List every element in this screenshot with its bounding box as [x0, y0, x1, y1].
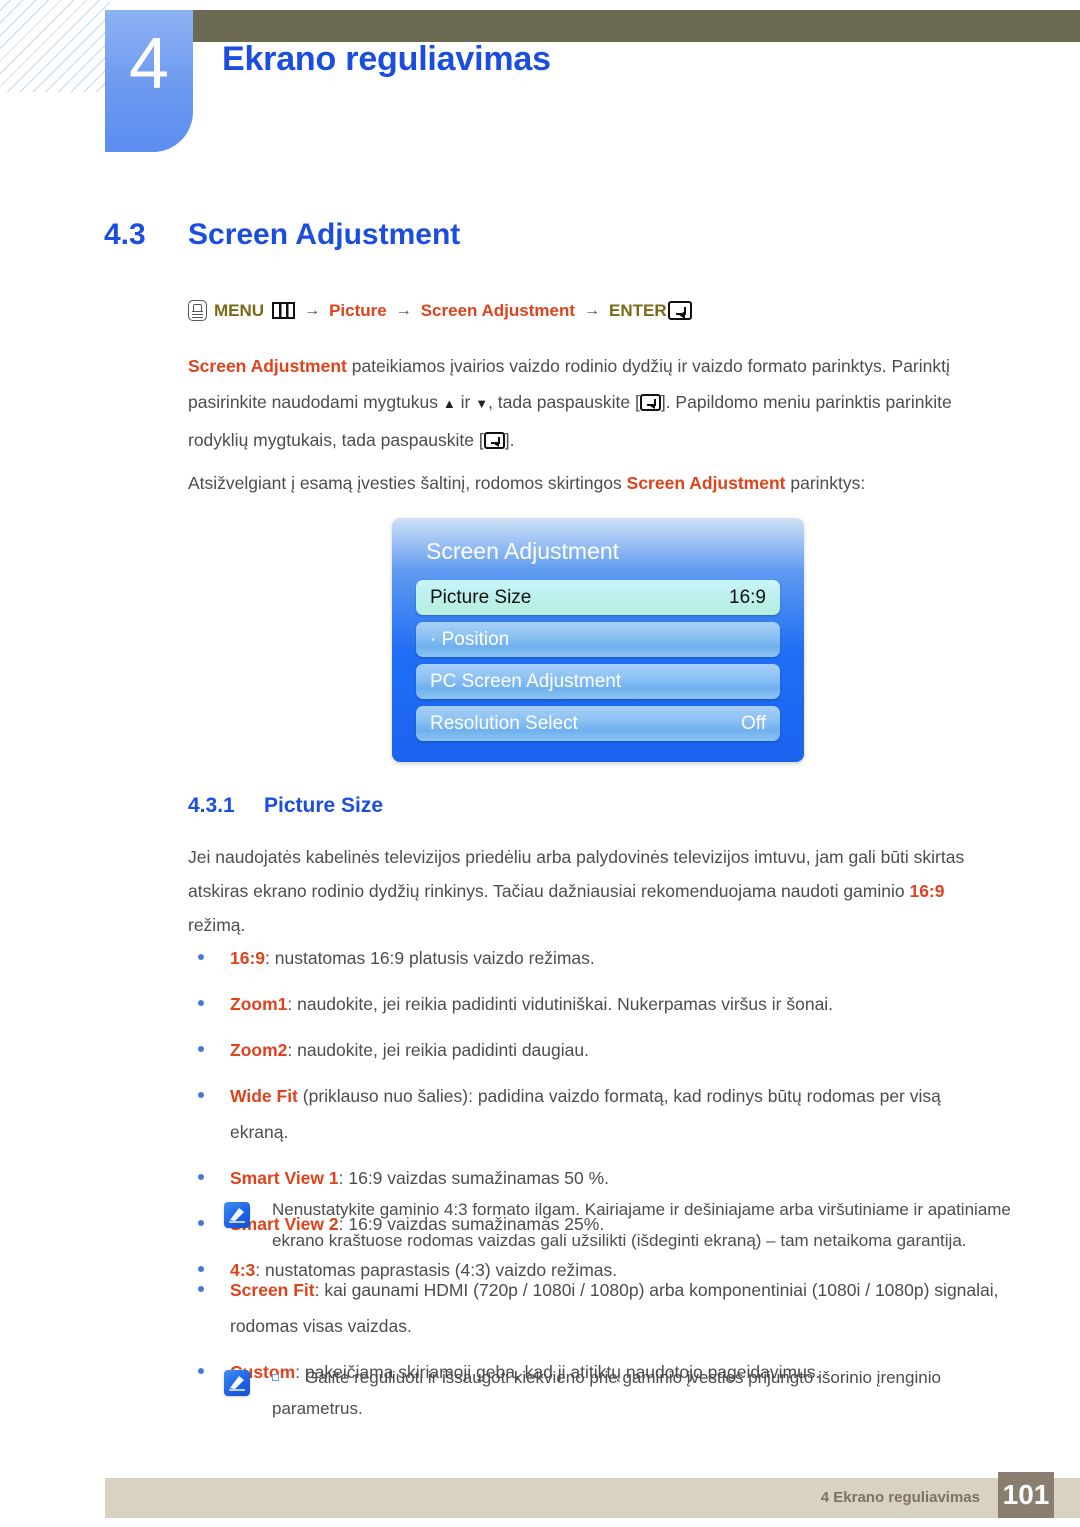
picture-size-intro-a: Jei naudojatės kabelinės televizijos pri…	[188, 847, 965, 901]
note-text: Galite reguliuoti ir išsaugoti kiekvieno…	[272, 1368, 941, 1418]
intro-paragraph-1: Screen Adjustment pateikiamos įvairios v…	[188, 348, 994, 458]
bullet-dot-icon	[198, 1092, 204, 1098]
list-item-text: : kai gaunami HDMI (720p / 1080i / 1080p…	[230, 1280, 999, 1336]
breadcrumb-item-picture: Picture	[329, 300, 387, 320]
note-pen-icon	[224, 1202, 250, 1228]
menu-bars-icon	[272, 302, 296, 319]
list-item: 16:9: nustatomas 16:9 platusis vaizdo re…	[188, 940, 1000, 976]
picture-size-intro-keyword: 16:9	[909, 881, 945, 901]
osd-row-label: Resolution Select	[430, 712, 578, 734]
picture-size-intro-paragraph: Jei naudojatės kabelinės televizijos pri…	[188, 840, 994, 942]
chapter-number: 4	[128, 24, 170, 104]
osd-title: Screen Adjustment	[426, 538, 620, 564]
subsection-heading: 4.3.1 Picture Size	[188, 794, 383, 818]
section-title: Screen Adjustment	[188, 218, 461, 251]
bullet-dot-icon	[198, 1174, 204, 1180]
picture-size-intro-b: režimą.	[188, 915, 246, 935]
intro-keyword-screen-adjustment: Screen Adjustment	[188, 356, 347, 376]
bullet-dot-icon	[198, 1286, 204, 1292]
bullet-dot-icon	[198, 1220, 204, 1226]
breadcrumb-arrow-1: →	[304, 301, 321, 319]
enter-key-icon-inline-1	[639, 394, 661, 411]
page-number: 101	[998, 1472, 1054, 1518]
up-arrow-glyph: ▲	[442, 396, 456, 411]
bullet-dot-icon	[198, 1368, 204, 1374]
list-item-text: : naudokite, jei reikia padidinti daugia…	[287, 1040, 589, 1060]
osd-row-picture-size[interactable]: Picture Size 16:9	[416, 580, 780, 615]
section-number: 4.3	[104, 218, 146, 251]
osd-row-value: 16:9	[729, 586, 766, 608]
breadcrumb-enter-label: ENTER	[609, 300, 667, 320]
note-text: Nenustatykite gaminio 4:3 formato ilgam.…	[272, 1200, 1011, 1250]
intro-p2-keyword: Screen Adjustment	[626, 473, 786, 493]
list-item-keyword: Zoom2	[230, 1040, 288, 1060]
note-pen-icon	[224, 1370, 250, 1396]
breadcrumb-menu-label: MENU	[214, 300, 265, 320]
breadcrumb-arrow-2: →	[395, 301, 412, 319]
osd-row-value: Off	[741, 712, 766, 734]
chapter-number-tab: 4	[105, 10, 193, 152]
intro-p1-text-e: ].	[504, 430, 515, 450]
intro-text-block: Screen Adjustment pateikiamos įvairios v…	[188, 348, 994, 472]
list-item: Zoom1: naudokite, jei reikia padidinti v…	[188, 986, 1000, 1022]
list-item: Smart View 1: 16:9 vaizdas sumažinamas 5…	[188, 1160, 1000, 1196]
osd-row-list: Picture Size 16:9 · Position PC Screen A…	[416, 580, 780, 748]
osd-row-label: Picture Size	[430, 586, 532, 608]
enter-key-icon	[667, 301, 692, 320]
note-box-1: Nenustatykite gaminio 4:3 formato ilgam.…	[224, 1194, 1014, 1256]
list-item-text: : 16:9 vaizdas sumažinamas 50 %.	[338, 1168, 610, 1188]
intro-p1-text-b: ir	[455, 392, 476, 412]
osd-row-label: PC Screen Adjustment	[430, 670, 622, 692]
note-box-2: Galite reguliuoti ir išsaugoti kiekvieno…	[224, 1362, 1014, 1424]
list-item-text: (priklauso nuo šalies): padidina vaizdo …	[230, 1086, 941, 1142]
decorative-hatch-pattern	[0, 0, 110, 92]
header-olive-bar	[182, 10, 1080, 42]
list-item-keyword: Smart View 1	[230, 1168, 339, 1188]
bullet-dot-icon	[198, 954, 204, 960]
osd-row-pc-screen-adjustment[interactable]: PC Screen Adjustment	[416, 664, 780, 699]
section-heading: 4.3 Screen Adjustment	[104, 218, 460, 252]
list-item-text: : nustatomas 16:9 platusis vaizdo režima…	[265, 948, 595, 968]
list-item: Zoom2: naudokite, jei reikia padidinti d…	[188, 1032, 1000, 1068]
chapter-title: Ekrano reguliavimas	[222, 40, 551, 78]
osd-row-resolution-select[interactable]: Resolution Select Off	[416, 706, 780, 741]
list-item: Wide Fit (priklauso nuo šalies): padidin…	[188, 1078, 1000, 1150]
subsection-title: Picture Size	[264, 794, 384, 817]
down-arrow-glyph: ▼	[475, 396, 489, 411]
osd-menu-panel: Screen Adjustment Picture Size 16:9 · Po…	[392, 518, 804, 762]
list-item-keyword: Wide Fit	[230, 1086, 298, 1106]
list-item-keyword: Zoom1	[230, 994, 288, 1014]
intro-paragraph-2: Atsižvelgiant į esamą įvesties šaltinį, …	[188, 466, 994, 500]
list-item-keyword: Screen Fit	[230, 1280, 315, 1300]
enter-key-icon-inline-2	[483, 432, 505, 449]
hand-pointer-icon	[188, 300, 207, 321]
osd-row-position[interactable]: · Position	[416, 622, 780, 657]
bullet-dot-icon	[198, 1046, 204, 1052]
intro-p1-text-c: , tada paspauskite [	[488, 392, 640, 412]
breadcrumb-item-screen-adjustment: Screen Adjustment	[420, 300, 575, 320]
list-item: Screen Fit: kai gaunami HDMI (720p / 108…	[188, 1272, 1000, 1344]
note-square-bullet-icon	[272, 1374, 279, 1381]
list-item-text: : naudokite, jei reikia padidinti viduti…	[287, 994, 834, 1014]
intro-p2-text-a: Atsižvelgiant į esamą įvesties šaltinį, …	[188, 473, 627, 493]
bullet-dot-icon	[198, 1000, 204, 1006]
breadcrumb: MENU → Picture → Screen Adjustment → ENT…	[188, 300, 692, 321]
list-item-keyword: 16:9	[230, 948, 266, 968]
breadcrumb-arrow-3: →	[584, 301, 600, 319]
note-text-wrapper: Galite reguliuoti ir išsaugoti kiekvieno…	[272, 1362, 1014, 1424]
osd-row-label: · Position	[430, 628, 510, 650]
footer-text: 4 Ekrano reguliavimas	[820, 1489, 980, 1506]
intro-p2-text-b: parinktys:	[785, 473, 866, 493]
subsection-number: 4.3.1	[188, 794, 235, 817]
